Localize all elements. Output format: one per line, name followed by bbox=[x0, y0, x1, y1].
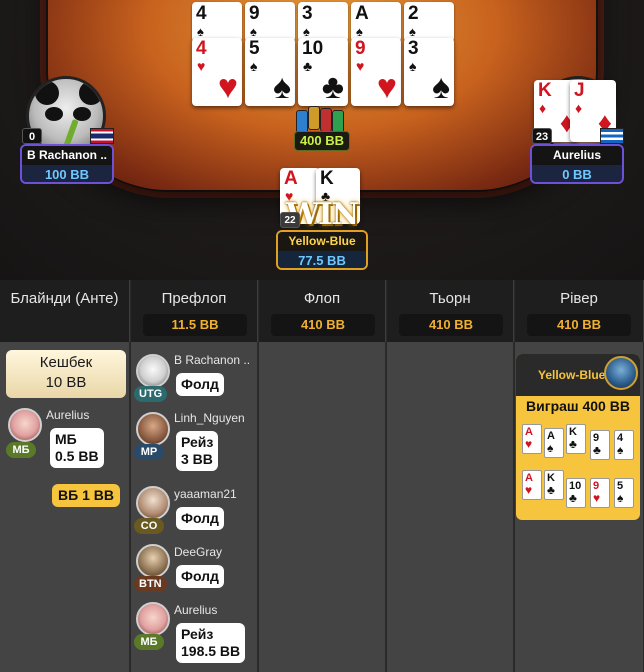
position-badge: МБ bbox=[134, 634, 164, 650]
player-name: B Rachanon .. bbox=[174, 353, 251, 367]
cashback-amount: 10 BB bbox=[45, 374, 87, 391]
mini-card: A ♥ bbox=[522, 470, 542, 500]
action-label: Рейз bbox=[181, 626, 214, 642]
mini-card: 10 ♣ bbox=[566, 478, 586, 508]
column-title: Префлоп bbox=[161, 290, 227, 307]
column-amount: 410 BB bbox=[527, 314, 631, 336]
column-flop bbox=[259, 342, 386, 672]
column-title: Флоп bbox=[303, 290, 341, 307]
mini-card: A ♠ bbox=[544, 428, 564, 458]
avatar bbox=[136, 354, 170, 388]
winner-stack: 77.5 BB bbox=[278, 251, 366, 268]
river-winner-box: Yellow-Blue Виграш 400 BB A ♥ A ♠ K ♣ 9 ♣ 4 ♠… bbox=[516, 354, 640, 520]
big-blind-bubble: ВБ 1 BB bbox=[52, 484, 120, 507]
player-name: Aurelius bbox=[174, 603, 218, 617]
winner-name: Yellow-Blue bbox=[278, 232, 366, 251]
column-header-river: Рівер 410 BB bbox=[515, 280, 644, 342]
action-bubble: Фолд bbox=[176, 507, 224, 530]
winner-plate[interactable]: Yellow-Blue 77.5 BB bbox=[276, 230, 368, 270]
player-plate[interactable]: B Rachanon .. 100 BB bbox=[20, 144, 114, 184]
position-badge: UTG bbox=[134, 386, 168, 402]
board-card-top: 9 ♠ bbox=[245, 2, 295, 42]
hand-history-screen: 4 ♠ 9 ♠ 3 ♠ A ♠ 2 ♠ 4 ♥ ♥ 5 ♠ ♠ 10 ♣ ♣ 9 ♥ ♥ 3 ♠ ♠ 400 … bbox=[0, 0, 644, 672]
action-amount: 0.5 BB bbox=[55, 448, 99, 464]
column-amount: 410 BB bbox=[399, 314, 503, 336]
pot-amount: 400 BB bbox=[294, 131, 350, 151]
cashback-box: Кешбек 10 BB bbox=[6, 350, 126, 398]
mini-card: A ♥ bbox=[522, 424, 542, 454]
column-header-turn: Тьорн 410 BB bbox=[387, 280, 514, 342]
mini-card: K ♣ bbox=[566, 424, 586, 454]
column-header-preflop: Префлоп 11.5 BB bbox=[131, 280, 258, 342]
avatar bbox=[136, 412, 170, 446]
player-name: Aurelius bbox=[532, 146, 622, 165]
player-stack: 0 BB bbox=[532, 165, 622, 182]
mini-card: 9 ♣ bbox=[590, 430, 610, 460]
action-bubble: Рейз 3 BB bbox=[176, 431, 219, 471]
board-card-top: 3 ♠ bbox=[298, 2, 348, 42]
greece-flag-icon bbox=[600, 128, 624, 144]
player-plate[interactable]: Aurelius 0 BB bbox=[530, 144, 624, 184]
column-title: Тьорн bbox=[429, 290, 471, 307]
board-card: 5 ♠ ♠ bbox=[245, 38, 295, 106]
avatar bbox=[604, 356, 638, 390]
seat-number: 0 bbox=[22, 128, 42, 144]
position-badge: МБ bbox=[6, 442, 36, 458]
poker-table: 4 ♠ 9 ♠ 3 ♠ A ♠ 2 ♠ 4 ♥ ♥ 5 ♠ ♠ 10 ♣ ♣ 9 ♥ ♥ 3 ♠ ♠ 400 … bbox=[0, 0, 644, 280]
avatar bbox=[136, 486, 170, 520]
column-turn bbox=[387, 342, 514, 672]
board-card-top: 4 ♠ bbox=[192, 2, 242, 42]
mini-card: K ♣ bbox=[544, 470, 564, 500]
column-header-blinds: Блайнди (Анте) bbox=[0, 280, 130, 342]
seat-number: 23 bbox=[532, 128, 552, 144]
action-amount: 198.5 BB bbox=[181, 643, 241, 659]
column-amount: 11.5 BB bbox=[143, 314, 247, 336]
seat-number: 22 bbox=[280, 212, 300, 228]
mini-card: 4 ♠ bbox=[614, 430, 634, 460]
action-label: Рейз bbox=[181, 434, 214, 450]
board-card-top: 2 ♠ bbox=[404, 2, 454, 42]
board-card: 10 ♣ ♣ bbox=[298, 38, 348, 106]
position-badge: MP bbox=[134, 444, 164, 460]
column-title: Блайнди (Анте) bbox=[10, 290, 119, 307]
avatar bbox=[8, 408, 42, 442]
board-card: 3 ♠ ♠ bbox=[404, 38, 454, 106]
action-bubble: МБ 0.5 BB bbox=[50, 428, 104, 468]
column-header-flop: Флоп 410 BB bbox=[259, 280, 386, 342]
avatar bbox=[136, 602, 170, 636]
action-bubble: Рейз 198.5 BB bbox=[176, 623, 246, 663]
board-card: 9 ♥ ♥ bbox=[351, 38, 401, 106]
avatar bbox=[136, 544, 170, 578]
position-badge: CO bbox=[134, 518, 164, 534]
action-label: МБ bbox=[55, 431, 77, 447]
mini-card: 9 ♥ bbox=[590, 478, 610, 508]
board-card-top: A ♠ bbox=[351, 2, 401, 42]
cashback-title: Кешбек bbox=[39, 354, 93, 371]
win-amount-label: Виграш 400 BB bbox=[526, 398, 630, 414]
player-name: yaaaman21 bbox=[174, 487, 237, 501]
player-name: DeeGray bbox=[174, 545, 223, 559]
player-name: Aurelius bbox=[46, 408, 90, 422]
thailand-flag-icon bbox=[90, 128, 114, 144]
player-name: B Rachanon .. bbox=[22, 146, 112, 165]
column-amount: 410 BB bbox=[271, 314, 375, 336]
position-badge: BTN bbox=[134, 576, 167, 592]
mini-card: 5 ♠ bbox=[614, 478, 634, 508]
column-title: Рівер bbox=[560, 290, 598, 307]
action-amount: 3 BB bbox=[181, 451, 213, 467]
action-bubble: Фолд bbox=[176, 373, 224, 396]
player-name: Linh_Nguyen bbox=[174, 411, 245, 425]
board-card: 4 ♥ ♥ bbox=[192, 38, 242, 106]
player-stack: 100 BB bbox=[22, 165, 112, 182]
action-bubble: Фолд bbox=[176, 565, 224, 588]
pot-chips-icon bbox=[294, 106, 348, 134]
